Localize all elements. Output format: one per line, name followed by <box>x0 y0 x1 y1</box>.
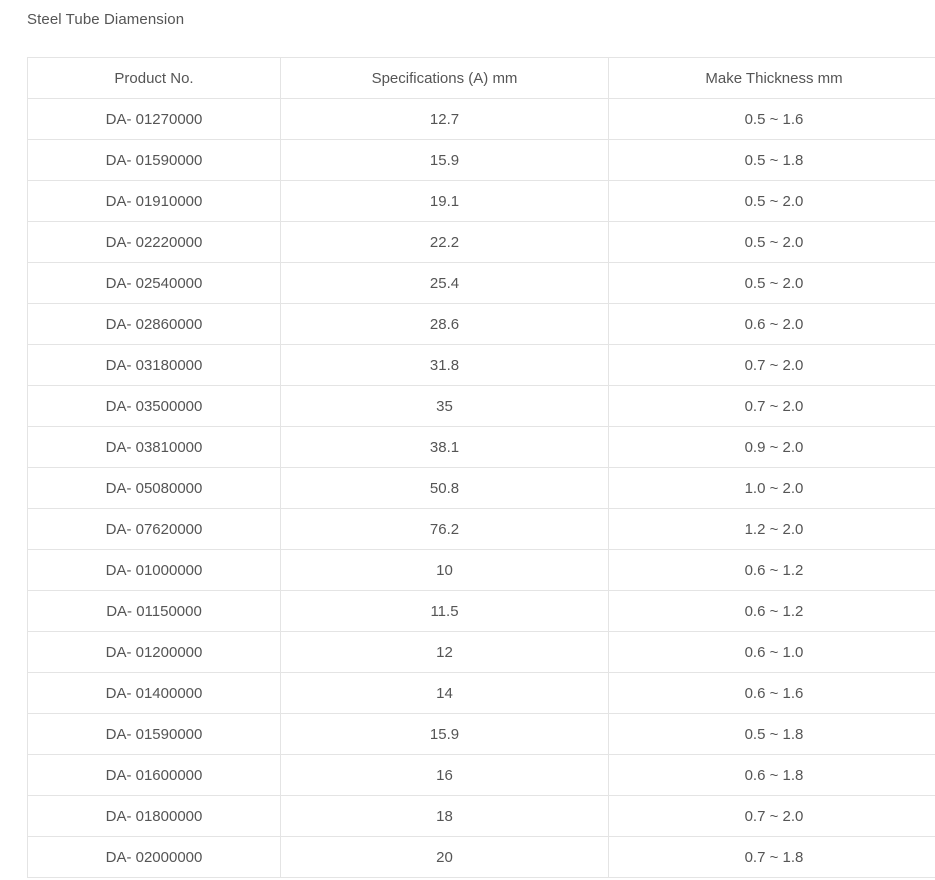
table-row: DA- 01590000 15.9 0.5 ~ 1.8 <box>27 139 935 181</box>
product-no-cell: DA- 01590000 <box>27 713 281 755</box>
specification-cell: 25.4 <box>280 262 609 304</box>
thickness-cell: 0.7 ~ 2.0 <box>608 344 935 386</box>
thickness-cell: 0.5 ~ 2.0 <box>608 180 935 222</box>
specification-cell: 12.7 <box>280 98 609 140</box>
specification-cell: 15.9 <box>280 713 609 755</box>
thickness-cell: 0.5 ~ 2.0 <box>608 221 935 263</box>
thickness-cell: 1.0 ~ 2.0 <box>608 467 935 509</box>
table-row: DA- 02220000 22.2 0.5 ~ 2.0 <box>27 221 935 263</box>
specification-cell: 22.2 <box>280 221 609 263</box>
header-product-no: Product No. <box>27 57 281 99</box>
specification-cell: 10 <box>280 549 609 591</box>
header-make-thickness: Make Thickness mm <box>608 57 935 99</box>
product-no-cell: DA- 07620000 <box>27 508 281 550</box>
product-no-cell: DA- 01400000 <box>27 672 281 714</box>
thickness-cell: 0.6 ~ 1.2 <box>608 549 935 591</box>
product-no-cell: DA- 01590000 <box>27 139 281 181</box>
thickness-cell: 0.6 ~ 1.6 <box>608 672 935 714</box>
product-no-cell: DA- 01200000 <box>27 631 281 673</box>
thickness-cell: 0.6 ~ 1.8 <box>608 754 935 796</box>
specification-cell: 20 <box>280 836 609 878</box>
specification-cell: 38.1 <box>280 426 609 468</box>
specification-cell: 19.1 <box>280 180 609 222</box>
thickness-cell: 0.6 ~ 2.0 <box>608 303 935 345</box>
product-no-cell: DA- 03180000 <box>27 344 281 386</box>
product-no-cell: DA- 02000000 <box>27 836 281 878</box>
table-row: DA- 01150000 11.5 0.6 ~ 1.2 <box>27 590 935 632</box>
table-row: DA- 03500000 35 0.7 ~ 2.0 <box>27 385 935 427</box>
product-no-cell: DA- 01800000 <box>27 795 281 837</box>
product-no-cell: DA- 01150000 <box>27 590 281 632</box>
thickness-cell: 0.7 ~ 2.0 <box>608 385 935 427</box>
table-row: DA- 05080000 50.8 1.0 ~ 2.0 <box>27 467 935 509</box>
product-no-cell: DA- 03500000 <box>27 385 281 427</box>
product-no-cell: DA- 02540000 <box>27 262 281 304</box>
steel-tube-table: Product No. Specifications (A) mm Make T… <box>27 57 935 878</box>
thickness-cell: 0.7 ~ 1.8 <box>608 836 935 878</box>
product-no-cell: DA- 02860000 <box>27 303 281 345</box>
specification-cell: 35 <box>280 385 609 427</box>
thickness-cell: 0.5 ~ 1.8 <box>608 713 935 755</box>
specification-cell: 16 <box>280 754 609 796</box>
thickness-cell: 1.2 ~ 2.0 <box>608 508 935 550</box>
table-row: DA- 01400000 14 0.6 ~ 1.6 <box>27 672 935 714</box>
product-no-cell: DA- 02220000 <box>27 221 281 263</box>
specification-cell: 28.6 <box>280 303 609 345</box>
table-row: DA- 02540000 25.4 0.5 ~ 2.0 <box>27 262 935 304</box>
product-no-cell: DA- 05080000 <box>27 467 281 509</box>
thickness-cell: 0.6 ~ 1.2 <box>608 590 935 632</box>
product-no-cell: DA- 01600000 <box>27 754 281 796</box>
table-row: DA- 01910000 19.1 0.5 ~ 2.0 <box>27 180 935 222</box>
product-no-cell: DA- 03810000 <box>27 426 281 468</box>
specification-cell: 50.8 <box>280 467 609 509</box>
table-header-row: Product No. Specifications (A) mm Make T… <box>27 57 935 99</box>
table-row: DA- 03180000 31.8 0.7 ~ 2.0 <box>27 344 935 386</box>
specification-cell: 31.8 <box>280 344 609 386</box>
header-specifications: Specifications (A) mm <box>280 57 609 99</box>
table-row: DA- 02000000 20 0.7 ~ 1.8 <box>27 836 935 878</box>
steel-tube-table-container: Product No. Specifications (A) mm Make T… <box>27 57 935 878</box>
table-row: DA- 01800000 18 0.7 ~ 2.0 <box>27 795 935 837</box>
specification-cell: 12 <box>280 631 609 673</box>
specification-cell: 15.9 <box>280 139 609 181</box>
table-body: DA- 01270000 12.7 0.5 ~ 1.6 DA- 01590000… <box>27 98 935 878</box>
table-row: DA- 01600000 16 0.6 ~ 1.8 <box>27 754 935 796</box>
table-row: DA- 07620000 76.2 1.2 ~ 2.0 <box>27 508 935 550</box>
thickness-cell: 0.5 ~ 1.6 <box>608 98 935 140</box>
thickness-cell: 0.9 ~ 2.0 <box>608 426 935 468</box>
product-no-cell: DA- 01000000 <box>27 549 281 591</box>
specification-cell: 14 <box>280 672 609 714</box>
table-row: DA- 03810000 38.1 0.9 ~ 2.0 <box>27 426 935 468</box>
table-row: DA- 01200000 12 0.6 ~ 1.0 <box>27 631 935 673</box>
specification-cell: 18 <box>280 795 609 837</box>
product-no-cell: DA- 01270000 <box>27 98 281 140</box>
table-row: DA- 01000000 10 0.6 ~ 1.2 <box>27 549 935 591</box>
thickness-cell: 0.6 ~ 1.0 <box>608 631 935 673</box>
table-row: DA- 02860000 28.6 0.6 ~ 2.0 <box>27 303 935 345</box>
thickness-cell: 0.5 ~ 1.8 <box>608 139 935 181</box>
thickness-cell: 0.5 ~ 2.0 <box>608 262 935 304</box>
thickness-cell: 0.7 ~ 2.0 <box>608 795 935 837</box>
page-title: Steel Tube Diamension <box>27 11 185 28</box>
table-row: DA- 01270000 12.7 0.5 ~ 1.6 <box>27 98 935 140</box>
table-row: DA- 01590000 15.9 0.5 ~ 1.8 <box>27 713 935 755</box>
product-no-cell: DA- 01910000 <box>27 180 281 222</box>
specification-cell: 76.2 <box>280 508 609 550</box>
specification-cell: 11.5 <box>280 590 609 632</box>
